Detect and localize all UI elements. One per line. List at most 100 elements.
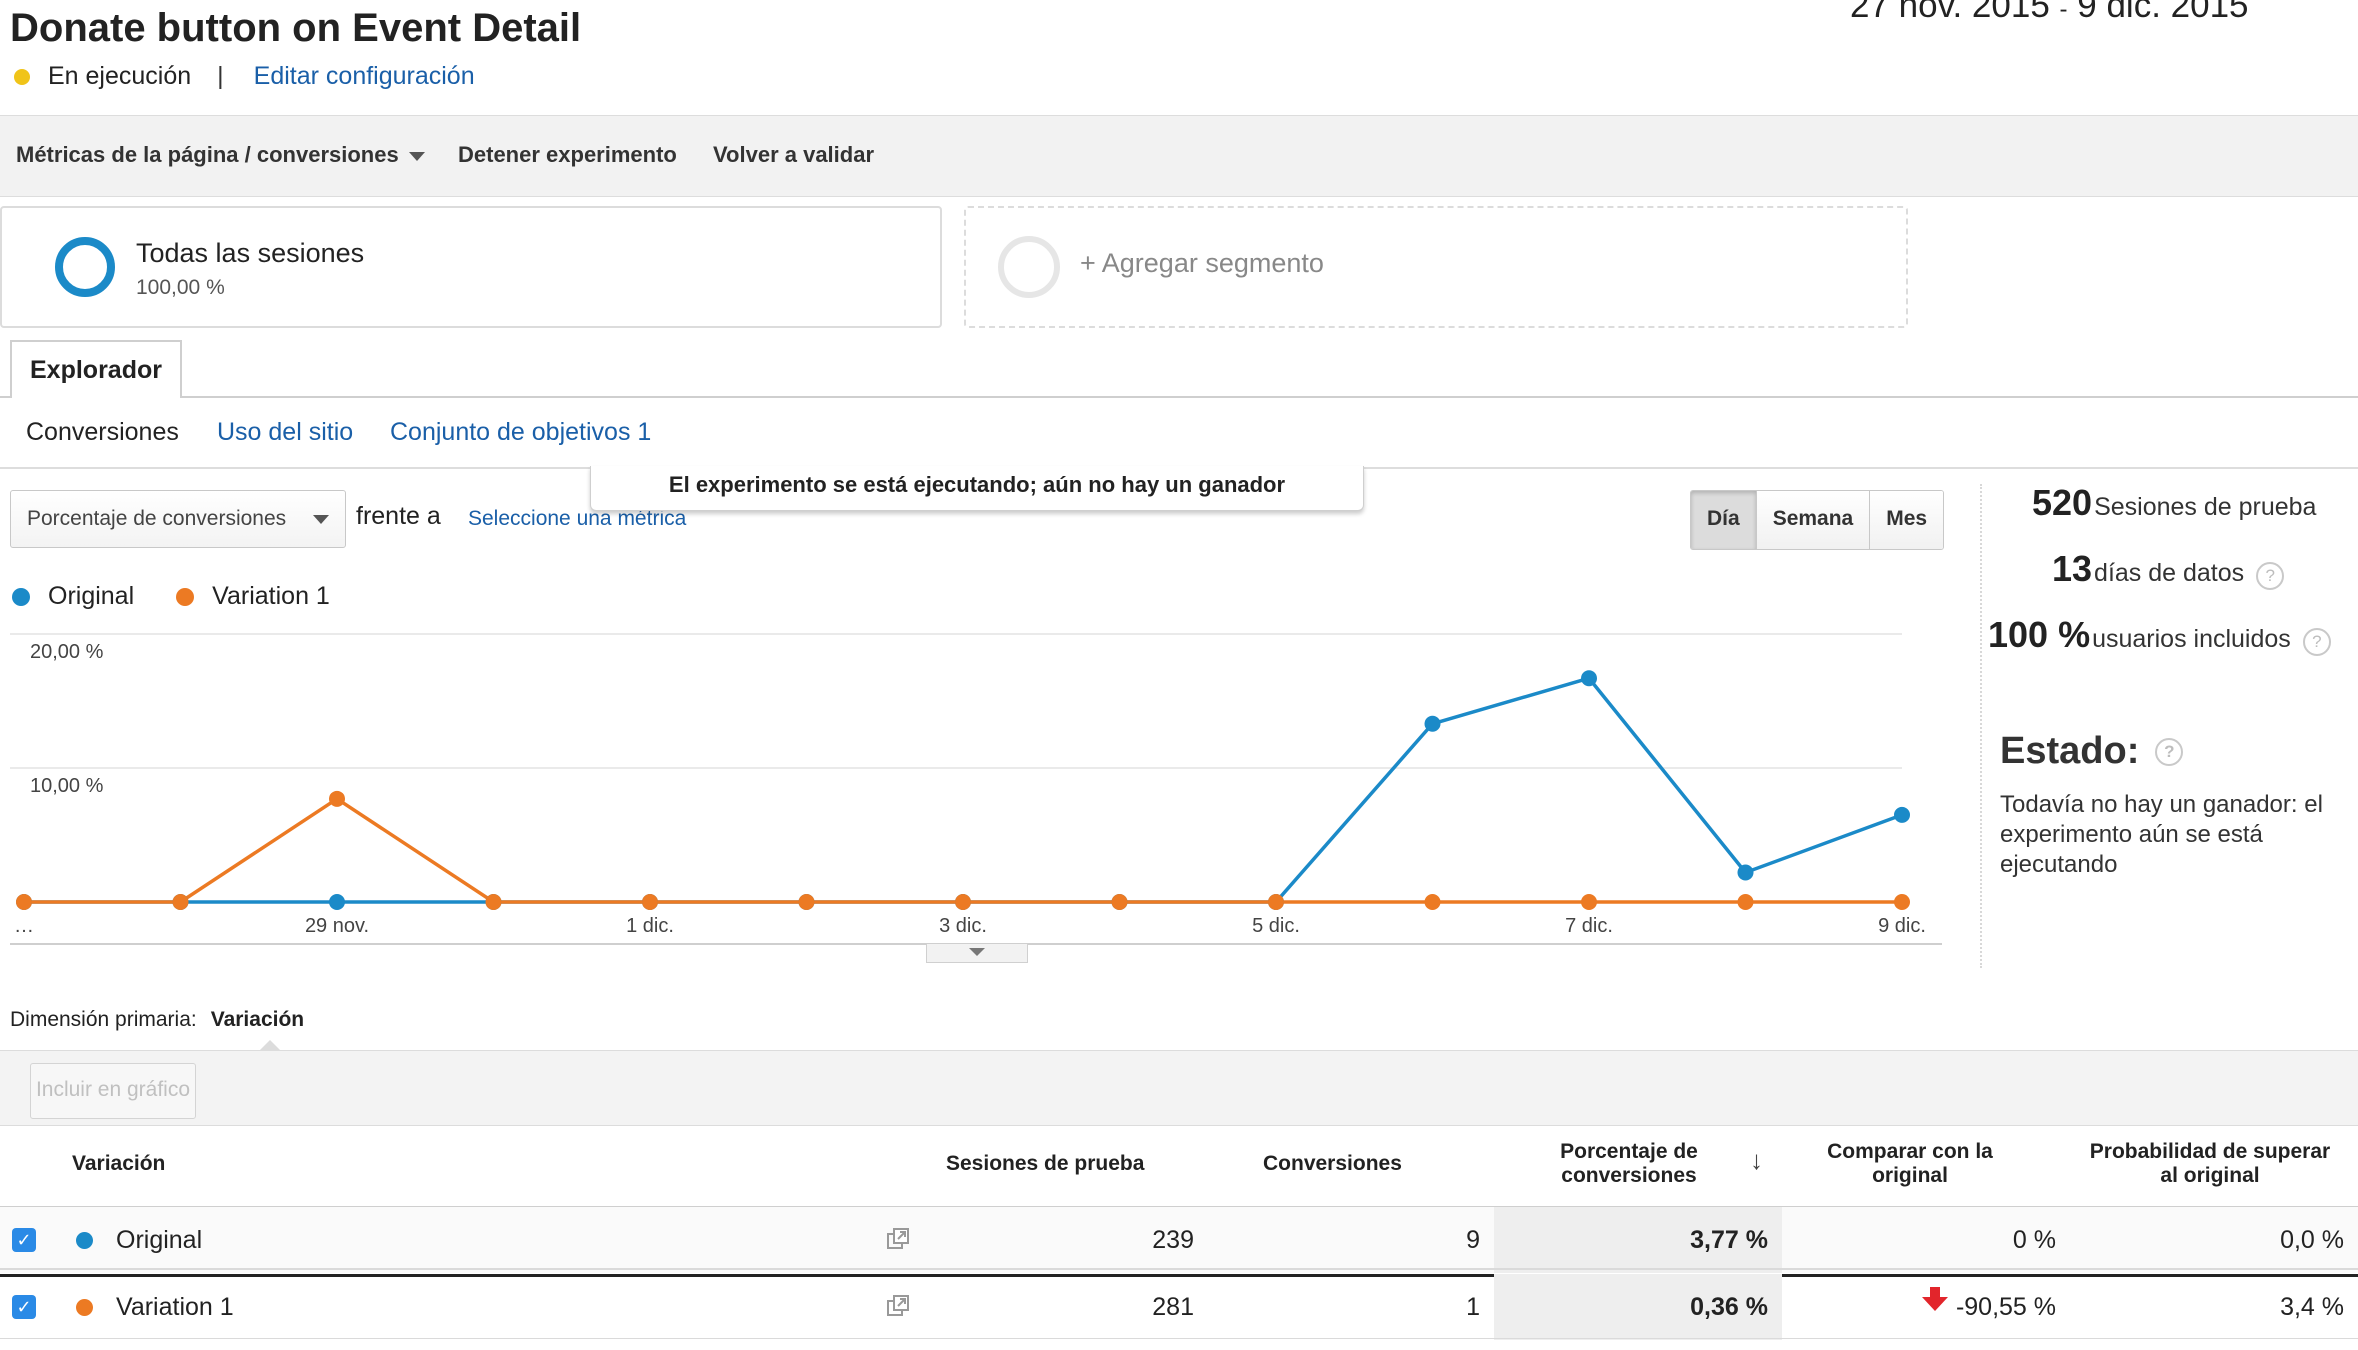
- status-heading-label: Estado:: [2000, 730, 2140, 772]
- x-tick-label: 3 dic.: [939, 915, 987, 937]
- metrics-menu-label: Métricas de la página / conversiones: [16, 142, 399, 167]
- series-line-original: [24, 676, 1903, 904]
- column-header-conversion-rate-line2: conversiones: [1561, 1164, 1697, 1187]
- column-header-conversions[interactable]: Conversiones: [1263, 1152, 1402, 1176]
- column-header-variation[interactable]: Variación: [72, 1152, 165, 1176]
- chevron-down-icon: [313, 515, 329, 524]
- x-tick-label: 5 dic.: [1252, 915, 1300, 937]
- column-header-compare-original[interactable]: Comparar con la original: [1810, 1140, 2010, 1188]
- primary-dimension: Dimensión primaria: Variación: [10, 1008, 304, 1032]
- table-row: ✓ Original 239 9 3,77 % 0 % 0,0 %: [0, 1207, 2358, 1273]
- row-variation-name: Variation 1: [116, 1293, 234, 1321]
- data-point-variation-1: [172, 894, 189, 910]
- include-in-chart-button[interactable]: Incluir en gráfico: [30, 1063, 196, 1119]
- sort-descending-icon[interactable]: ↓: [1750, 1147, 1763, 1173]
- row-checkbox[interactable]: ✓: [12, 1295, 36, 1319]
- add-segment-button[interactable]: + Agregar segmento: [964, 206, 1908, 328]
- data-point-original: [1424, 715, 1441, 732]
- data-point-variation-1: [798, 894, 815, 910]
- granularity-toggle: Día Semana Mes: [1690, 490, 1945, 550]
- metrics-menu-button[interactable]: Métricas de la página / conversiones: [16, 142, 425, 168]
- primary-dimension-label: Dimensión primaria:: [10, 1008, 197, 1031]
- date-separator: -: [2059, 0, 2068, 23]
- granularity-month-button[interactable]: Mes: [1869, 491, 1944, 549]
- x-tick-label: 29 nov.: [305, 915, 369, 937]
- granularity-week-button[interactable]: Semana: [1755, 491, 1870, 549]
- tab-explorer[interactable]: Explorador: [10, 340, 182, 398]
- edit-settings-link[interactable]: Editar configuración: [254, 62, 475, 91]
- row-divider: [0, 1338, 2358, 1339]
- kpi-days-value: 13: [2052, 548, 2093, 589]
- segment-percentage: 100,00 %: [136, 276, 225, 299]
- open-external-icon[interactable]: [886, 1227, 910, 1251]
- subtab-conversions[interactable]: Conversiones: [26, 418, 179, 447]
- data-point-original: [1581, 670, 1597, 687]
- kpi-days-label: días de datos: [2094, 559, 2245, 587]
- data-point-variation-1: [329, 790, 345, 807]
- subtab-goal-set-1[interactable]: Conjunto de objetivos 1: [390, 418, 651, 447]
- metric-select-value: Porcentaje de conversiones: [27, 507, 287, 530]
- legend-dot-variation-icon: [176, 587, 195, 606]
- experiment-notice: El experimento se está ejecutando; aún n…: [590, 466, 1364, 511]
- chart-legend: Original Variation 1: [12, 582, 330, 611]
- data-point-variation-1: [955, 894, 971, 910]
- row-conversions: 9: [1466, 1226, 1480, 1254]
- row-test-sessions: 281: [1152, 1293, 1194, 1321]
- segment-all-sessions[interactable]: Todas las sesiones 100,00 %: [0, 206, 942, 328]
- status-heading: Estado: ?: [2000, 730, 2184, 773]
- stop-experiment-button[interactable]: Detener experimento: [458, 142, 677, 168]
- row-checkbox[interactable]: ✓: [12, 1228, 36, 1252]
- x-tick-label: …: [14, 915, 34, 937]
- column-header-conversion-rate[interactable]: Porcentaje de conversiones: [1534, 1140, 1724, 1188]
- row-compare-original: -90,55 %: [1921, 1274, 2056, 1340]
- kpi-users-label: usuarios incluidos: [2092, 625, 2291, 653]
- column-header-compare-line1: Comparar con la: [1827, 1140, 1993, 1163]
- data-point-variation-1: [1894, 894, 1910, 910]
- column-header-test-sessions[interactable]: Sesiones de prueba: [946, 1152, 1144, 1176]
- data-point-variation-1: [16, 894, 32, 910]
- series-line-variation-1: [24, 797, 1902, 904]
- column-header-probability-line1: Probabilidad de superar: [2089, 1140, 2331, 1163]
- date-range[interactable]: 27 nov. 2015 - 9 dic. 2015: [1850, 0, 2249, 26]
- subtab-site-usage[interactable]: Uso del sitio: [217, 418, 353, 447]
- series-dot-icon: [76, 1232, 93, 1249]
- column-header-conversion-rate-line1: Porcentaje de: [1560, 1140, 1698, 1163]
- help-icon[interactable]: ?: [2302, 628, 2331, 656]
- data-point-variation-1: [1111, 894, 1128, 910]
- collapse-chart-toggle[interactable]: [926, 944, 1028, 963]
- primary-dimension-value[interactable]: Variación: [211, 1008, 304, 1031]
- table-action-bar: Incluir en gráfico: [0, 1050, 2358, 1126]
- kpi-test-sessions: 520 Sesiones de prueba: [2032, 482, 2316, 524]
- legend-variation-1: Variation 1: [212, 582, 330, 610]
- kpi-panel-divider: [1980, 484, 1982, 968]
- data-point-variation-1: [1581, 894, 1597, 910]
- row-probability: 0,0 %: [2280, 1226, 2344, 1254]
- empty-segment-icon: [998, 236, 1060, 298]
- kpi-test-sessions-label: Sesiones de prueba: [2094, 493, 2317, 521]
- x-tick-label: 7 dic.: [1565, 915, 1613, 937]
- open-external-icon[interactable]: [886, 1294, 910, 1318]
- status-text: En ejecución: [48, 62, 192, 90]
- data-point-variation-1: [1424, 894, 1441, 910]
- add-segment-label: + Agregar segmento: [1080, 248, 1324, 278]
- segment-name: Todas las sesiones: [136, 238, 365, 268]
- metric-select[interactable]: Porcentaje de conversiones: [10, 490, 346, 548]
- kpi-users-value: 100 %: [1988, 614, 2091, 655]
- x-tick-label: 1 dic.: [626, 915, 674, 937]
- series-dot-icon: [76, 1299, 93, 1316]
- column-header-probability-line2: al original: [2160, 1164, 2260, 1187]
- help-icon[interactable]: ?: [2155, 737, 2184, 766]
- column-header-probability[interactable]: Probabilidad de superar al original: [2070, 1140, 2350, 1188]
- y-tick-label: 10,00 %: [30, 775, 104, 797]
- data-point-variation-1: [1268, 894, 1284, 910]
- data-point-variation-1: [485, 894, 502, 910]
- legend-dot-original-icon: [12, 587, 30, 606]
- granularity-day-button[interactable]: Día: [1691, 491, 1756, 549]
- date-end: 9 dic. 2015: [2077, 0, 2249, 25]
- status-separator: |: [217, 62, 224, 90]
- tab-divider: [0, 396, 2358, 398]
- segment-donut-icon: [55, 237, 115, 297]
- revalidate-button[interactable]: Volver a validar: [713, 142, 874, 168]
- data-point-original: [329, 894, 345, 910]
- help-icon[interactable]: ?: [2256, 562, 2285, 590]
